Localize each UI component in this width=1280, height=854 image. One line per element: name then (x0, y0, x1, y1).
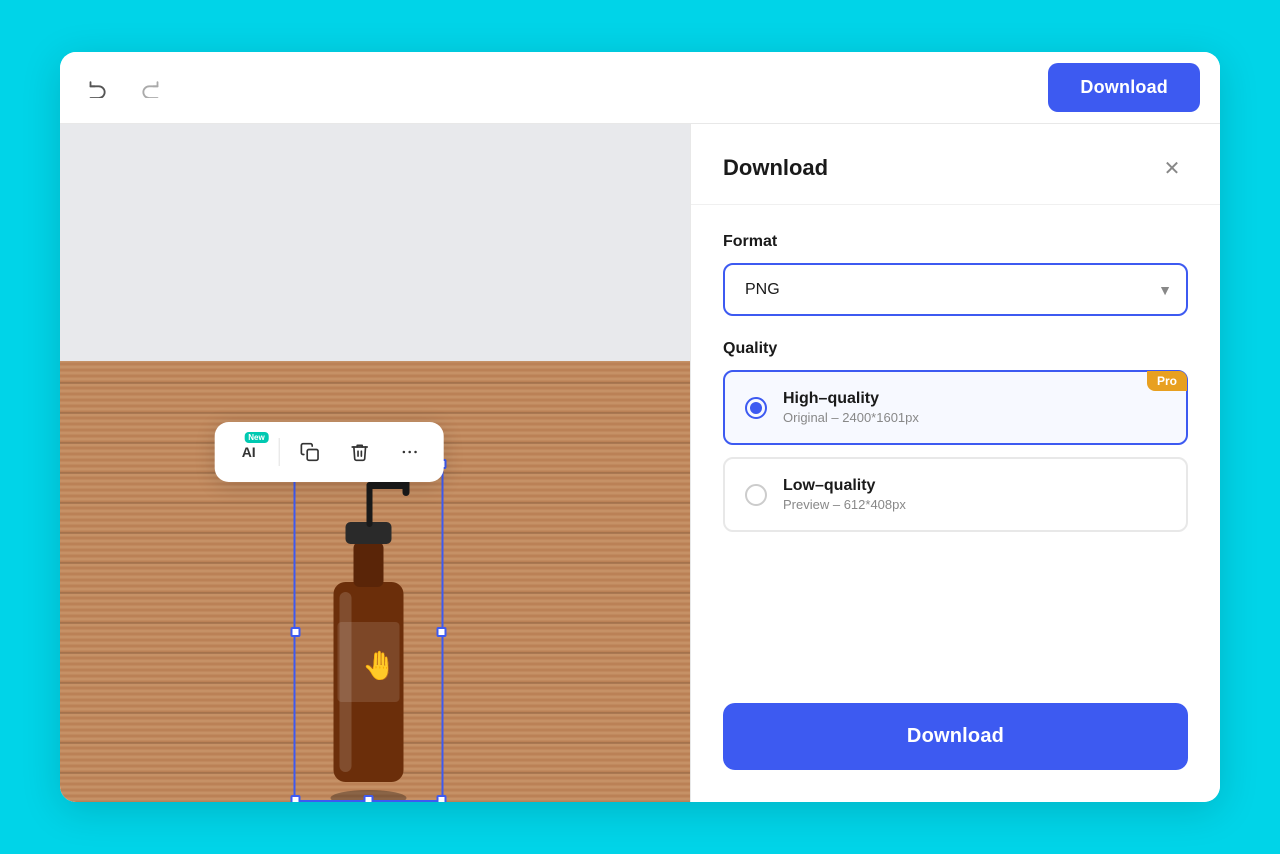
bottle-container (304, 462, 434, 802)
floating-toolbar: AI New (215, 422, 444, 482)
more-options-button[interactable] (388, 430, 432, 474)
canvas-area: AI New (60, 124, 690, 802)
format-section: Format PNG JPG WebP SVG ▼ (723, 233, 1188, 316)
format-select[interactable]: PNG JPG WebP SVG (723, 263, 1188, 316)
copy-icon (300, 442, 320, 462)
panel-body: Format PNG JPG WebP SVG ▼ Quality (691, 205, 1220, 703)
ai-tool-button[interactable]: AI New (227, 430, 271, 474)
low-quality-option[interactable]: Low–quality Preview – 612*408px (723, 457, 1188, 532)
toolbar: Download (60, 52, 1220, 124)
undo-button[interactable] (80, 70, 116, 106)
download-panel: Download ✕ Format PNG JPG WebP SVG (690, 124, 1220, 802)
toolbar-left (80, 70, 1048, 106)
high-quality-radio (745, 397, 767, 419)
handle-bl[interactable] (291, 795, 301, 802)
quality-section: Quality High–quality Original – 2400*160… (723, 340, 1188, 544)
panel-header: Download ✕ (691, 124, 1220, 205)
delete-button[interactable] (338, 430, 382, 474)
handle-bm[interactable] (364, 795, 374, 802)
high-quality-text: High–quality Original – 2400*1601px (783, 390, 1166, 425)
handle-mr[interactable] (437, 627, 447, 637)
pro-badge: Pro (1147, 371, 1187, 391)
toolbar-divider-1 (279, 438, 280, 466)
redo-button[interactable] (132, 70, 168, 106)
panel-download-button[interactable]: Download (723, 703, 1188, 770)
low-quality-radio (745, 484, 767, 506)
low-quality-text: Low–quality Preview – 612*408px (783, 477, 1166, 512)
high-quality-name: High–quality (783, 390, 1166, 408)
format-select-wrapper: PNG JPG WebP SVG ▼ (723, 263, 1188, 316)
high-quality-option[interactable]: High–quality Original – 2400*1601px Pro (723, 370, 1188, 445)
new-badge: New (244, 432, 268, 443)
panel-close-button[interactable]: ✕ (1156, 152, 1188, 184)
canvas-gray-bg (60, 124, 690, 361)
header-download-button[interactable]: Download (1048, 63, 1200, 112)
radio-inner (750, 402, 762, 414)
panel-footer: Download (691, 703, 1220, 802)
panel-title: Download (723, 155, 828, 181)
low-quality-name: Low–quality (783, 477, 1166, 495)
high-quality-desc: Original – 2400*1601px (783, 410, 1166, 425)
main-area: AI New (60, 124, 1220, 802)
handle-ml[interactable] (291, 627, 301, 637)
selection-box (294, 462, 444, 802)
trash-icon (350, 442, 370, 462)
ai-icon: AI (242, 444, 256, 460)
app-container: Download (60, 52, 1220, 802)
quality-label: Quality (723, 340, 1188, 358)
copy-layers-button[interactable] (288, 430, 332, 474)
ellipsis-icon (400, 442, 420, 462)
format-label: Format (723, 233, 1188, 251)
handle-br[interactable] (437, 795, 447, 802)
low-quality-desc: Preview – 612*408px (783, 497, 1166, 512)
